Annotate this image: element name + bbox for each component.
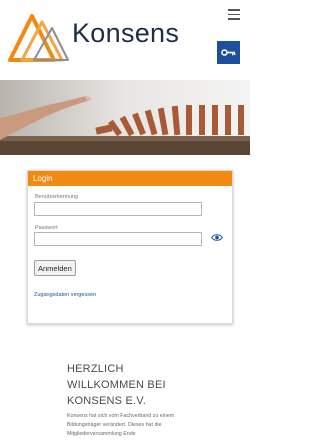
login-submit-button[interactable]: Anmelden: [34, 260, 76, 276]
welcome-title: HERZLICH WILLKOMMEN BEI KONSENS E.V.: [67, 361, 237, 409]
hamburger-menu-icon[interactable]: [228, 9, 240, 20]
password-input[interactable]: [34, 232, 202, 246]
login-panel: Login Benutzerkennung Passwort Anmelden …: [27, 170, 233, 324]
username-input[interactable]: [34, 202, 202, 216]
login-header: Login: [28, 171, 232, 186]
key-icon: [221, 49, 236, 56]
site-header: Konsens: [0, 0, 250, 80]
username-label: Benutzerkennung: [35, 194, 79, 200]
forgot-credentials-link[interactable]: Zugangsdaten vergessen: [34, 292, 96, 298]
password-label: Passwort: [35, 225, 58, 231]
welcome-title-line: KONSENS E.V.: [67, 395, 147, 407]
triangle-logo-icon[interactable]: [8, 10, 70, 62]
brand-name[interactable]: Konsens: [72, 18, 179, 49]
welcome-title-line: HERZLICH: [67, 363, 124, 375]
login-key-button[interactable]: [217, 41, 240, 64]
eye-icon[interactable]: [211, 233, 223, 242]
welcome-title-line: WILLKOMMEN BEI: [67, 379, 166, 391]
welcome-text: Konsens hat sich vom Fachverband zu eine…: [67, 413, 175, 437]
hero-image: [0, 80, 250, 155]
